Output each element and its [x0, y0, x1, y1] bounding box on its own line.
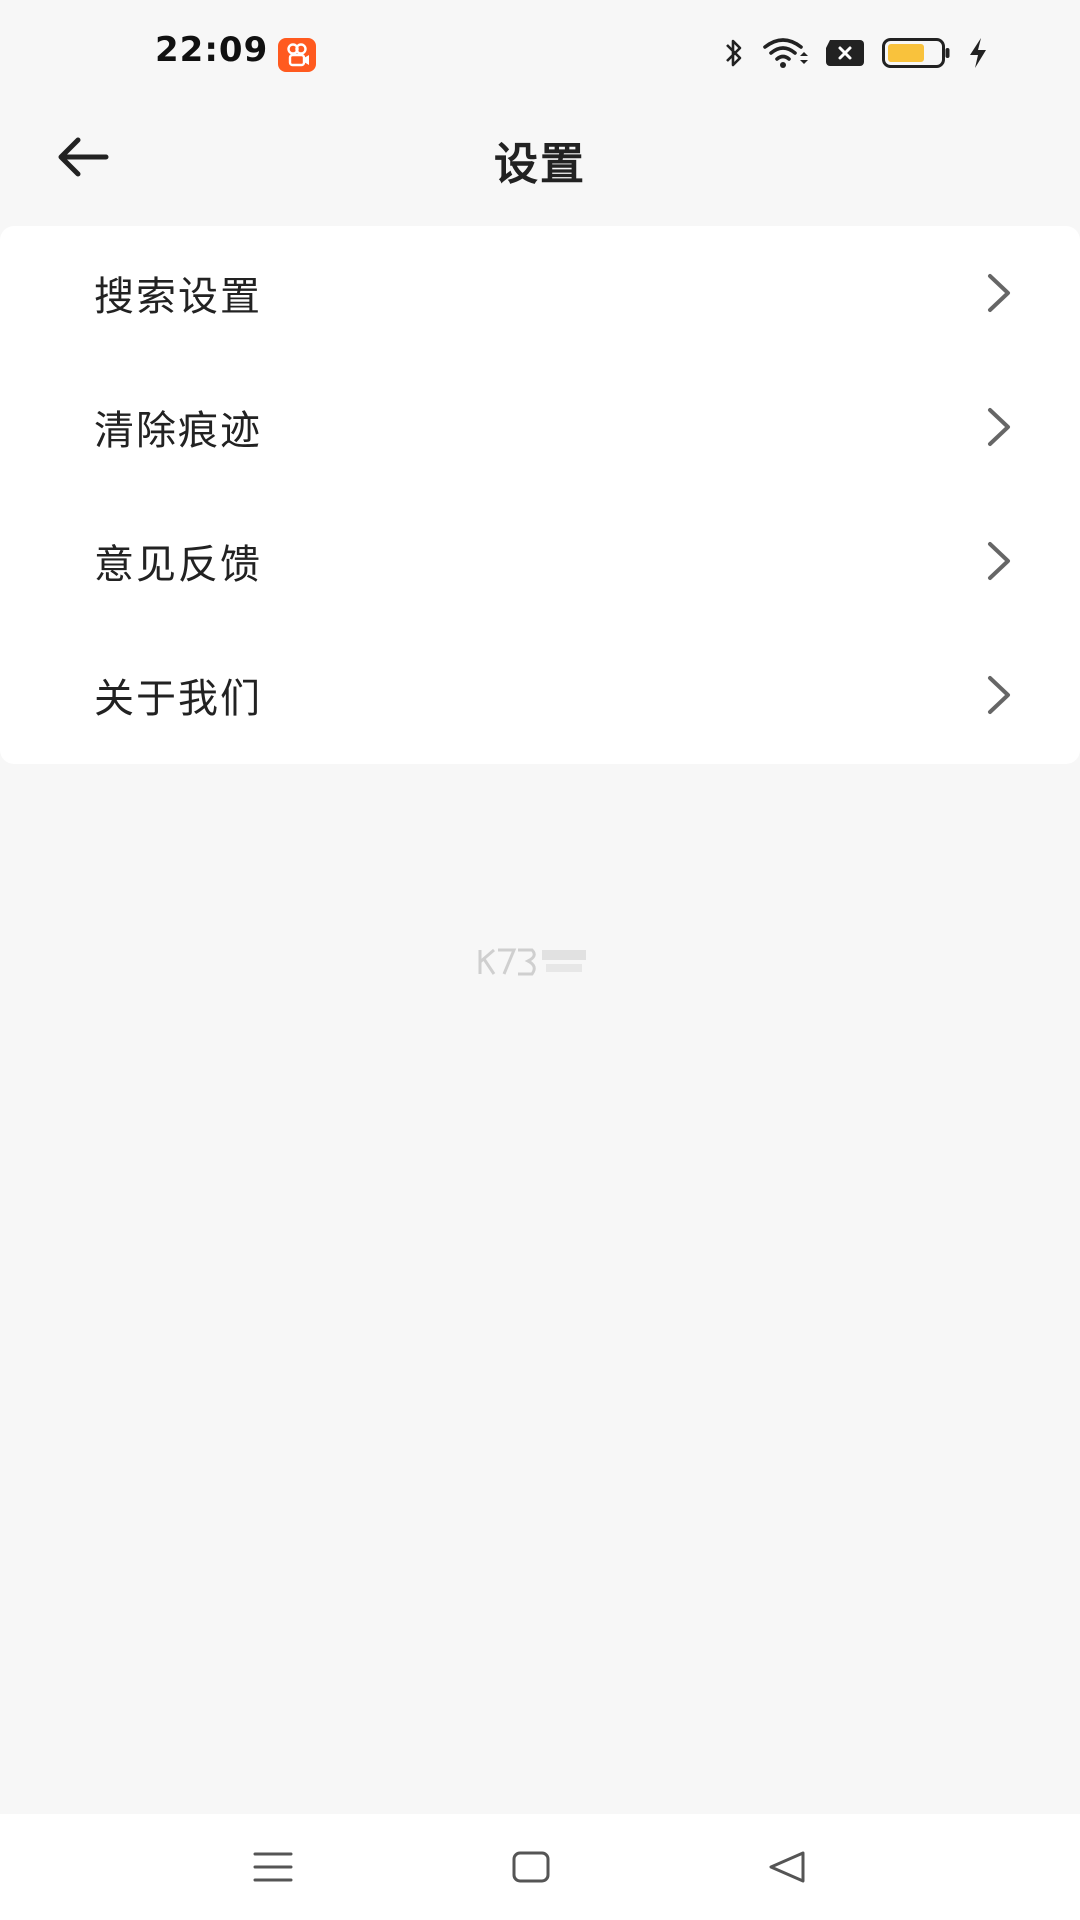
status-icons	[724, 36, 988, 74]
settings-item-label: 搜索设置	[94, 274, 262, 320]
settings-item-clear-history[interactable]: 清除痕迹	[0, 360, 1080, 494]
kuaishou-app-icon	[278, 38, 316, 72]
menu-icon	[253, 1850, 293, 1888]
watermark-logo	[476, 942, 606, 982]
back-triangle-icon	[767, 1850, 807, 1888]
page-title: 设置	[494, 139, 586, 190]
navigation-bar	[0, 1814, 1080, 1920]
home-icon	[511, 1850, 551, 1888]
wifi-icon	[762, 36, 808, 74]
chevron-right-icon	[984, 405, 1014, 449]
status-time: 22:09	[155, 30, 269, 70]
header: 设置	[0, 110, 1080, 226]
sim-disabled-icon	[826, 40, 864, 70]
bluetooth-icon	[724, 36, 744, 74]
settings-item-about-us[interactable]: 关于我们	[0, 628, 1080, 762]
settings-item-label: 清除痕迹	[94, 408, 262, 454]
settings-item-label: 意见反馈	[94, 542, 262, 588]
home-button[interactable]	[496, 1834, 566, 1904]
settings-item-search-settings[interactable]: 搜索设置	[0, 226, 1080, 360]
recent-apps-button[interactable]	[238, 1834, 308, 1904]
back-nav-button[interactable]	[752, 1834, 822, 1904]
charging-icon	[968, 37, 988, 73]
status-bar: 22:09	[0, 0, 1080, 110]
chevron-right-icon	[984, 673, 1014, 717]
chevron-right-icon	[984, 539, 1014, 583]
settings-item-feedback[interactable]: 意见反馈	[0, 494, 1080, 628]
settings-item-label: 关于我们	[94, 676, 262, 722]
chevron-right-icon	[984, 271, 1014, 315]
settings-list: 搜索设置 清除痕迹 意见反馈 关于我们	[0, 226, 1080, 764]
battery-icon	[882, 38, 950, 72]
